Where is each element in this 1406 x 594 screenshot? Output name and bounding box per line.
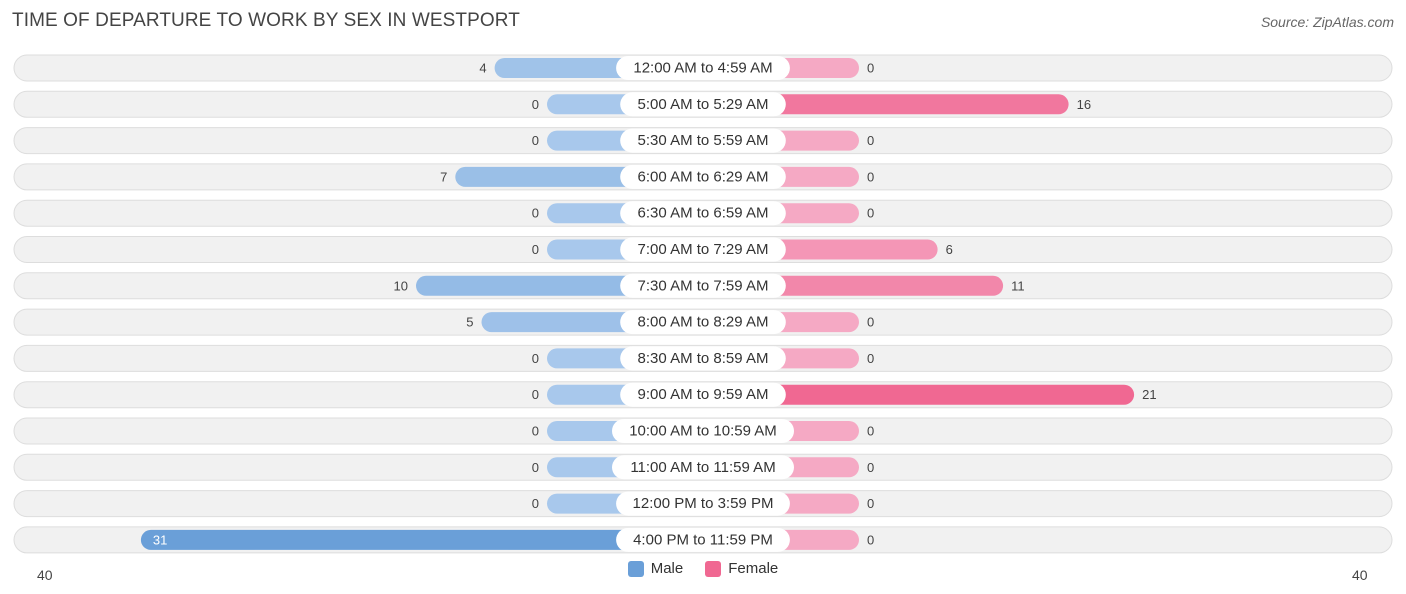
- value-label-male: 0: [532, 206, 539, 221]
- legend: Male Female: [0, 560, 1406, 577]
- value-label-male: 0: [532, 133, 539, 148]
- value-label-female: 0: [867, 169, 874, 184]
- value-label-male: 5: [466, 315, 473, 330]
- value-label-female: 0: [867, 315, 874, 330]
- category-label: 10:00 AM to 10:59 AM: [629, 423, 777, 440]
- legend-label-female: Female: [728, 560, 779, 577]
- category-label: 8:30 AM to 8:59 AM: [638, 350, 769, 367]
- value-label-male: 0: [532, 242, 539, 257]
- value-label-female: 0: [867, 496, 874, 511]
- value-label-male: 0: [532, 97, 539, 112]
- category-label: 9:00 AM to 9:59 AM: [638, 386, 769, 403]
- bar-male[interactable]: [455, 166, 641, 187]
- value-label-female: 0: [867, 61, 874, 76]
- value-label-male: 0: [532, 460, 539, 475]
- legend-item-female[interactable]: Female: [705, 560, 778, 577]
- value-label-male: 7: [440, 169, 447, 184]
- value-label-male: 31: [153, 532, 167, 547]
- value-label-female: 0: [867, 424, 874, 439]
- bar-female[interactable]: [765, 94, 1069, 115]
- category-label: 6:00 AM to 6:29 AM: [638, 168, 769, 185]
- value-label-female: 16: [1077, 97, 1091, 112]
- value-label-male: 10: [394, 278, 408, 293]
- value-label-female: 0: [867, 532, 874, 547]
- category-label: 8:00 AM to 8:29 AM: [638, 314, 769, 331]
- value-label-female: 21: [1142, 387, 1156, 402]
- legend-swatch-male: [627, 560, 644, 577]
- category-label: 7:00 AM to 7:29 AM: [638, 241, 769, 258]
- legend-label-male: Male: [650, 560, 684, 577]
- value-label-male: 0: [532, 424, 539, 439]
- category-label: 7:30 AM to 7:59 AM: [638, 277, 769, 294]
- value-label-female: 0: [867, 351, 874, 366]
- legend-item-male[interactable]: Male: [627, 560, 684, 577]
- value-label-female: 6: [946, 242, 953, 257]
- value-label-female: 11: [1011, 278, 1025, 293]
- value-label-female: 0: [867, 133, 874, 148]
- category-label: 6:30 AM to 6:59 AM: [638, 205, 769, 222]
- value-label-male: 0: [532, 496, 539, 511]
- legend-swatch-female: [705, 560, 722, 577]
- category-label: 5:00 AM to 5:29 AM: [638, 96, 769, 113]
- chart-area: 12:00 AM to 4:59 AM 4 0 5:00 AM to 5:29 AM 0…: [13, 54, 1393, 583]
- category-label: 12:00 AM to 4:59 AM: [633, 60, 772, 77]
- bar-male[interactable]: [140, 529, 641, 550]
- bar-female[interactable]: [765, 239, 938, 260]
- category-label: 5:30 AM to 5:59 AM: [638, 132, 769, 149]
- bar-female[interactable]: [765, 275, 1004, 296]
- value-label-male: 0: [532, 387, 539, 402]
- category-label: 4:00 PM to 11:59 PM: [633, 531, 773, 548]
- bar-male[interactable]: [416, 275, 641, 296]
- bar-male[interactable]: [481, 312, 642, 333]
- value-label-male: 0: [532, 351, 539, 366]
- category-label: 11:00 AM to 11:59 AM: [630, 459, 775, 476]
- value-label-female: 0: [867, 206, 874, 221]
- bar-female[interactable]: [765, 384, 1135, 405]
- value-label-male: 4: [479, 61, 486, 76]
- category-label: 12:00 PM to 3:59 PM: [633, 495, 774, 512]
- value-label-female: 0: [867, 460, 874, 475]
